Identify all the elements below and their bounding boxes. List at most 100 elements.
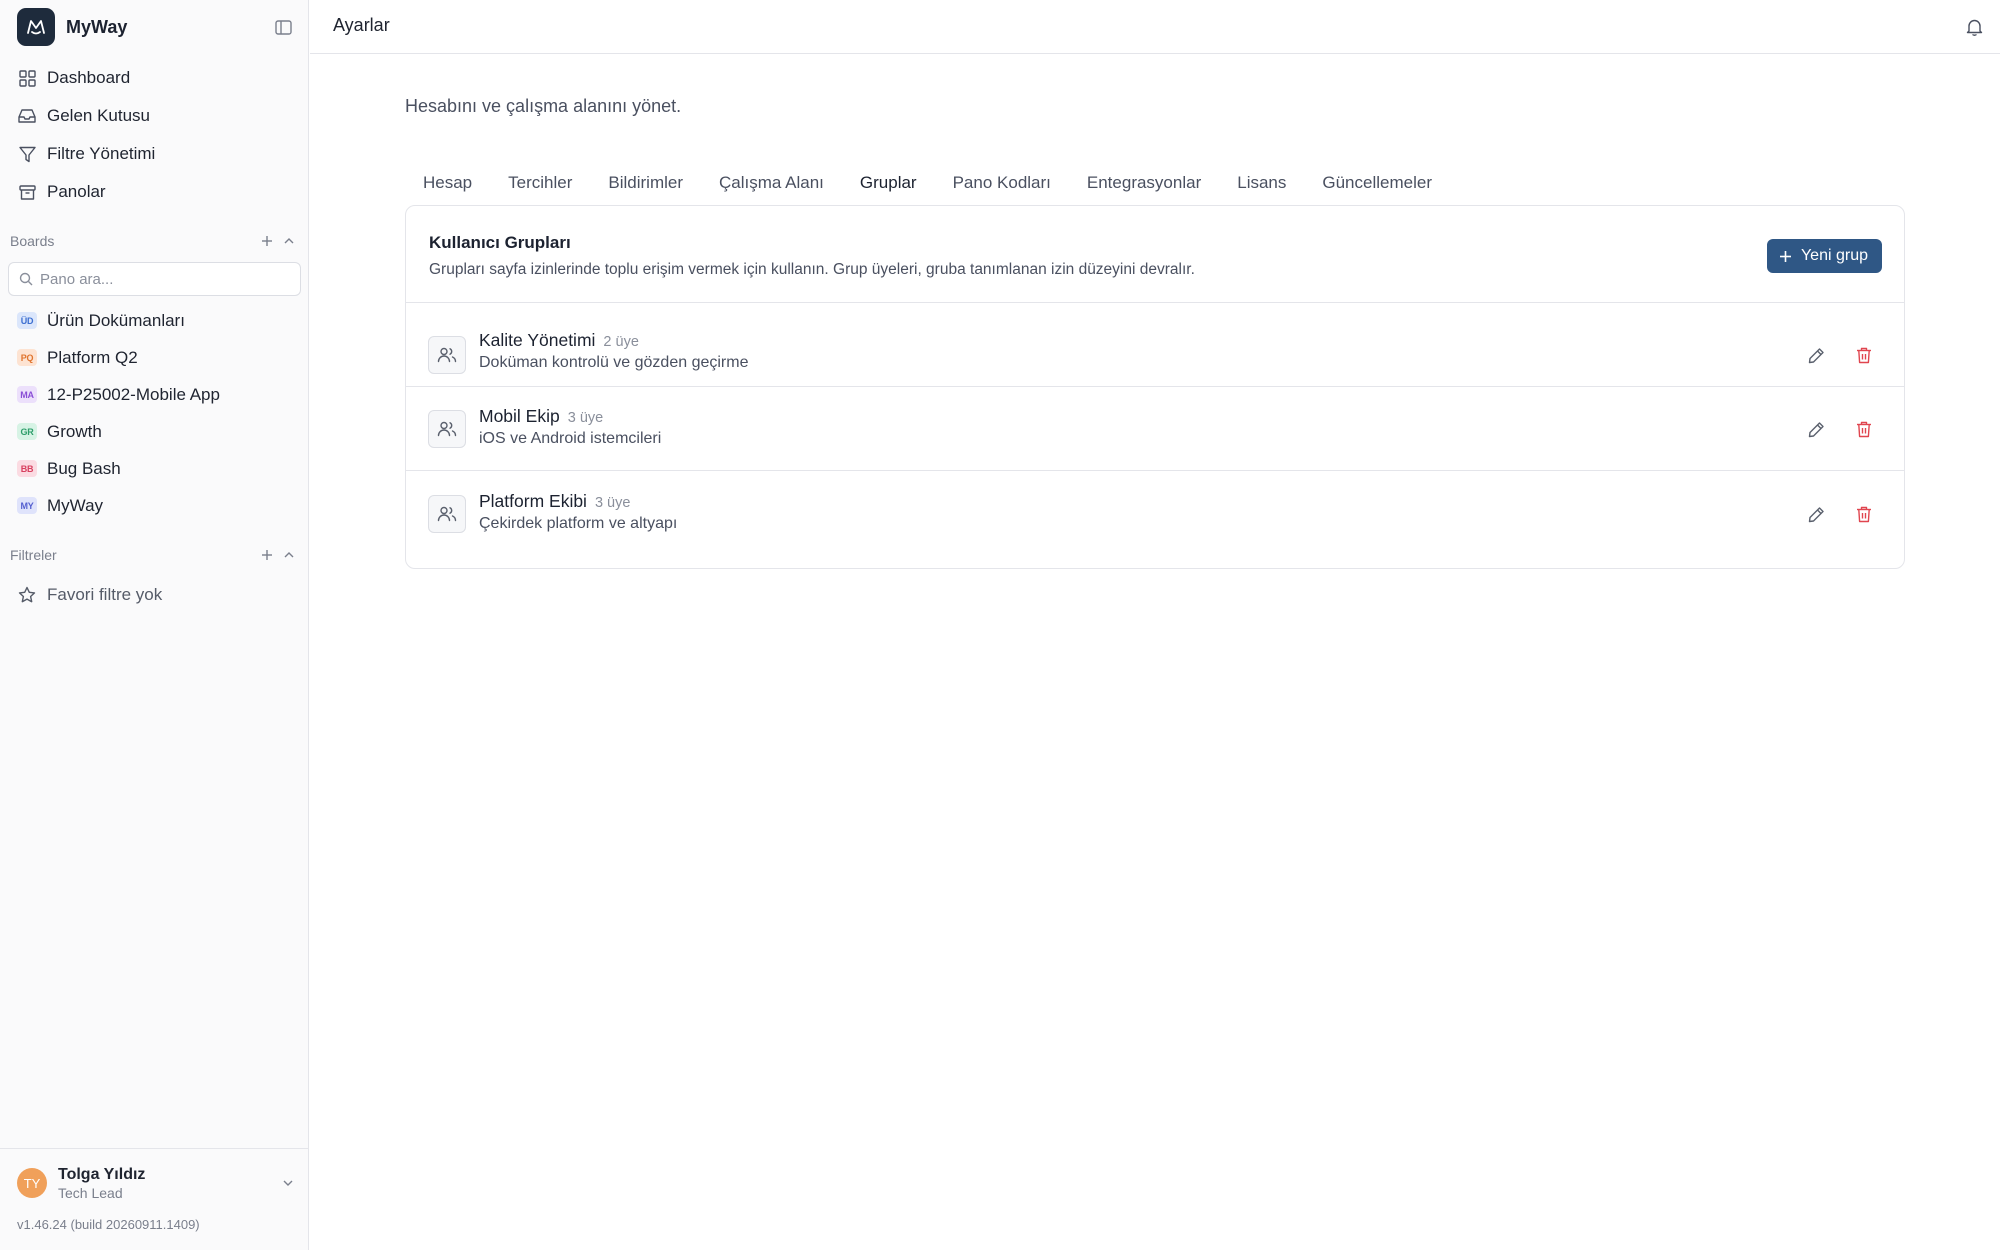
favorite-filters-empty: Favori filtre yok xyxy=(10,577,300,613)
nav-item-filters[interactable]: Filtre Yönetimi xyxy=(10,135,300,173)
group-member-count: 2 üye xyxy=(603,334,639,350)
group-description: Çekirdek platform ve altyapı xyxy=(479,515,678,532)
tab-groups[interactable]: Gruplar xyxy=(841,160,935,207)
top-bar: Ayarlar xyxy=(310,0,2000,54)
tab-workspace[interactable]: Çalışma Alanı xyxy=(701,160,842,206)
search-icon xyxy=(19,272,33,286)
board-item[interactable]: MY MyWay xyxy=(10,487,300,524)
card-header: Kullanıcı Grupları Grupları sayfa izinle… xyxy=(406,206,1904,303)
tab-preferences[interactable]: Tercihler xyxy=(490,160,590,206)
star-icon xyxy=(18,586,36,604)
board-badge: BB xyxy=(17,460,37,477)
delete-trash-icon[interactable] xyxy=(1852,417,1876,441)
sidebar: MyWay Dashboard Gelen Kutusu Filtre Yöne… xyxy=(0,0,309,1250)
edit-pencil-icon[interactable] xyxy=(1804,502,1828,526)
bell-icon[interactable] xyxy=(1964,17,1984,37)
board-badge: MY xyxy=(17,497,37,514)
dashboard-icon xyxy=(18,69,36,87)
board-label: Ürün Dokümanları xyxy=(47,310,185,330)
nav-label: Gelen Kutusu xyxy=(47,106,151,125)
divider xyxy=(0,1148,309,1149)
group-member-count: 3 üye xyxy=(567,410,604,426)
card-title: Kullanıcı Grupları xyxy=(429,233,571,252)
archive-icon xyxy=(18,183,36,201)
app-logo-icon xyxy=(17,8,55,46)
delete-trash-icon[interactable] xyxy=(1852,343,1876,367)
group-name-text: Kalite Yönetimi xyxy=(479,330,596,350)
group-name: Platform Ekibi 3 üye xyxy=(479,491,630,512)
nav-item-dashboard[interactable]: Dashboard xyxy=(10,59,300,97)
user-menu[interactable]: TY Tolga Yıldız Tech Lead xyxy=(17,1161,297,1205)
nav-item-inbox[interactable]: Gelen Kutusu xyxy=(10,97,300,135)
group-member-count: 3 üye xyxy=(594,495,631,511)
group-description: Doküman kontrolü ve gözden geçirme xyxy=(479,354,749,371)
collapse-boards-chevron-up-icon[interactable] xyxy=(278,230,300,252)
brand[interactable]: MyWay xyxy=(17,8,127,46)
add-filter-icon[interactable] xyxy=(256,544,278,566)
group-description: iOS ve Android istemcileri xyxy=(479,430,662,447)
collapse-filters-chevron-up-icon[interactable] xyxy=(278,544,300,566)
filters-heading: Filtreler xyxy=(10,547,57,563)
app-name: MyWay xyxy=(66,16,128,37)
board-search-input[interactable] xyxy=(40,270,280,288)
settings-tabs: Hesap Tercihler Bildirimler Çalışma Alan… xyxy=(405,160,1450,207)
filters-section-header: Filtreler xyxy=(10,544,300,566)
nav-label: Dashboard xyxy=(47,68,131,87)
board-label: 12-P25002-Mobile App xyxy=(47,384,220,404)
board-badge: ÜD xyxy=(17,312,37,329)
group-name-text: Platform Ekibi xyxy=(479,491,587,511)
add-board-icon[interactable] xyxy=(256,230,278,252)
page-title: Ayarlar xyxy=(333,15,390,35)
users-icon xyxy=(428,495,466,533)
users-icon xyxy=(428,410,466,448)
boards-heading: Boards xyxy=(10,233,55,249)
tab-account[interactable]: Hesap xyxy=(405,160,490,206)
chevron-down-icon xyxy=(279,1174,297,1192)
group-name-text: Mobil Ekip xyxy=(479,406,560,426)
user-groups-card: Kullanıcı Grupları Grupları sayfa izinle… xyxy=(405,205,1905,569)
nav-label: Filtre Yönetimi xyxy=(47,144,156,163)
board-item[interactable]: PQ Platform Q2 xyxy=(10,339,300,376)
board-item[interactable]: ÜD Ürün Dokümanları xyxy=(10,302,300,339)
plus-icon xyxy=(1779,250,1792,263)
group-name: Mobil Ekip 3 üye xyxy=(479,406,603,427)
edit-pencil-icon[interactable] xyxy=(1804,417,1828,441)
group-row: Platform Ekibi 3 üye Çekirdek platform ve… xyxy=(406,471,1904,555)
boards-section-header: Boards xyxy=(10,230,300,252)
delete-trash-icon[interactable] xyxy=(1852,502,1876,526)
board-badge: GR xyxy=(17,423,37,440)
user-role: Tech Lead xyxy=(58,1184,123,1201)
tab-license[interactable]: Lisans xyxy=(1219,160,1304,206)
new-group-label: Yeni grup xyxy=(1800,247,1868,264)
tab-notifications[interactable]: Bildirimler xyxy=(590,160,701,206)
sidebar-toggle-icon[interactable] xyxy=(274,18,292,36)
filter-icon xyxy=(18,145,36,163)
board-label: Bug Bash xyxy=(47,458,121,478)
app-version: v1.46.24 (build 20260911.1409) xyxy=(17,1217,200,1232)
boards-list: ÜD Ürün Dokümanları PQ Platform Q2 MA 12… xyxy=(10,302,300,524)
nav-label: Panolar xyxy=(47,182,106,201)
edit-pencil-icon[interactable] xyxy=(1804,343,1828,367)
group-name: Kalite Yönetimi 2 üye xyxy=(479,330,639,351)
tab-integrations[interactable]: Entegrasyonlar xyxy=(1069,160,1219,206)
nav-item-boards[interactable]: Panolar xyxy=(10,173,300,211)
new-group-button[interactable]: Yeni grup xyxy=(1766,239,1882,273)
group-row: Mobil Ekip 3 üye iOS ve Android istemcile… xyxy=(406,387,1904,471)
tab-board-codes[interactable]: Pano Kodları xyxy=(935,160,1069,206)
board-badge: MA xyxy=(17,386,37,403)
user-name: Tolga Yıldız xyxy=(58,1165,146,1183)
board-label: MyWay xyxy=(47,495,104,515)
group-row: Kalite Yönetimi 2 üye Doküman kontrolü ve… xyxy=(406,303,1904,387)
tab-updates[interactable]: Güncellemeler xyxy=(1304,160,1450,206)
board-search[interactable] xyxy=(8,262,301,296)
inbox-icon xyxy=(18,107,36,125)
main-nav: Dashboard Gelen Kutusu Filtre Yönetimi P… xyxy=(10,59,300,211)
board-label: Growth xyxy=(47,421,102,441)
board-item[interactable]: MA 12-P25002-Mobile App xyxy=(10,376,300,413)
board-item[interactable]: BB Bug Bash xyxy=(10,450,300,487)
board-label: Platform Q2 xyxy=(47,347,138,367)
avatar: TY xyxy=(17,1168,47,1198)
users-icon xyxy=(428,336,466,374)
board-item[interactable]: GR Growth xyxy=(10,413,300,450)
board-badge: PQ xyxy=(17,349,37,366)
